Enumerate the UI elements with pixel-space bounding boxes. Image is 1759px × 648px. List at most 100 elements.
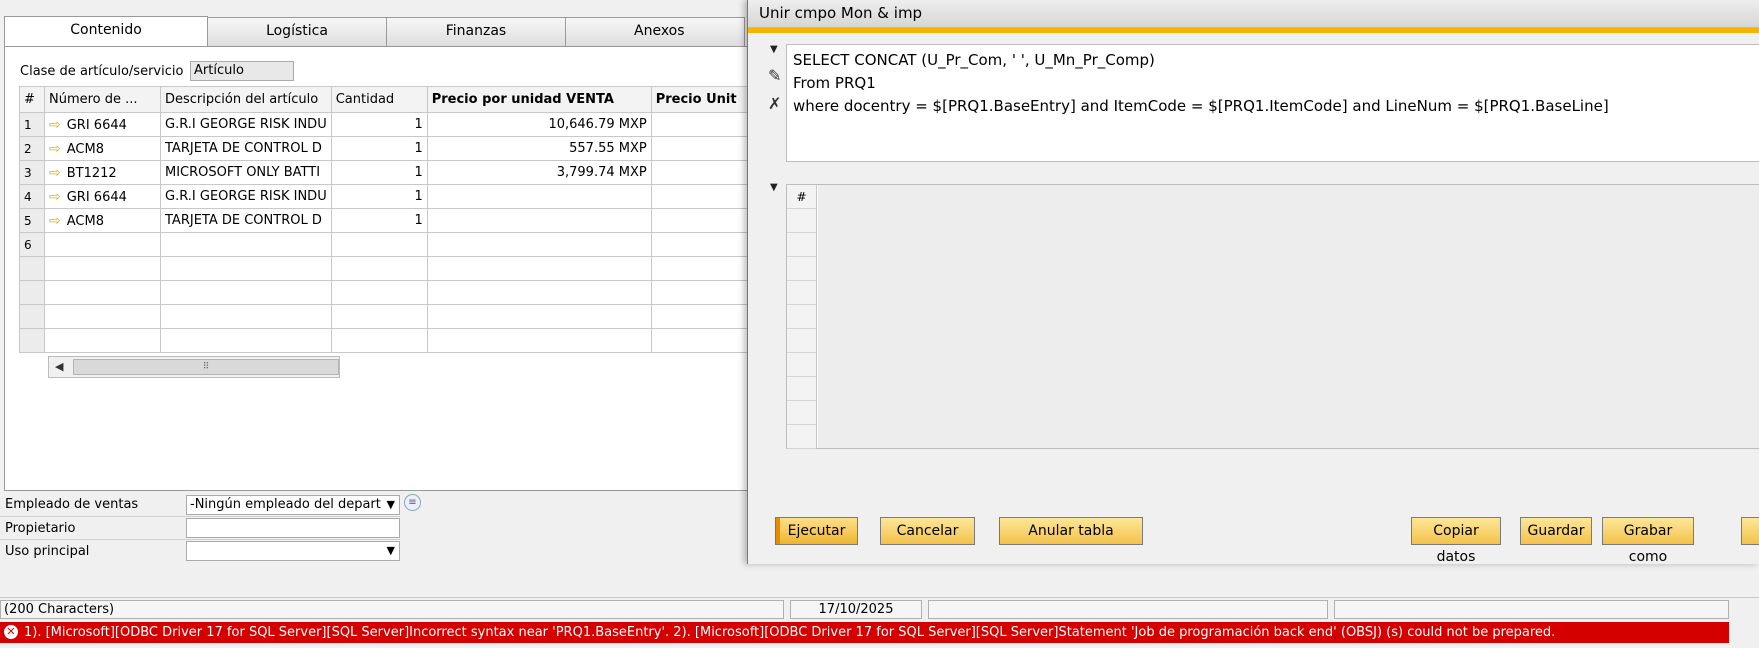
unit-price-cell[interactable] [650,136,755,161]
query-line: SELECT CONCAT (U_Pr_Com, ' ', U_Mn_Pr_Co… [793,51,1155,69]
query-modal: Unir cmpo Mon & imp ▼ ✎ ✗ SELECT CONCAT … [747,0,1759,565]
item-code: ACM8 [66,213,104,229]
tab-anexos[interactable]: Anexos [565,17,745,46]
error-bar[interactable]: ✕ 1). [Microsoft][ODBC Driver 17 for SQL… [0,622,1729,643]
table-row[interactable]: 5 ⇨ ACM8 TARJETA DE CONTROL D 1 [19,208,755,233]
col-header-unit-price-sale[interactable]: Precio por unidad VENTA [426,86,652,113]
tools-icon[interactable]: ✗ [768,94,781,113]
table-row[interactable]: 6 [19,232,755,257]
collapse-icon[interactable]: ▼ [770,182,778,193]
result-empty-area [818,185,1759,448]
result-grid[interactable]: # [786,184,1759,449]
description-cell[interactable] [160,232,332,257]
pencil-icon[interactable]: ✎ [768,66,781,85]
price-cell[interactable] [426,232,652,257]
save-as-button[interactable]: Grabar como [1602,517,1694,565]
price-cell[interactable]: 557.55 MXP [426,136,652,161]
price-cell[interactable] [426,208,652,233]
unit-price-cell[interactable] [650,184,755,209]
col-header-quantity[interactable]: Cantidad [330,86,428,113]
divider [0,539,400,540]
item-code-cell[interactable]: ⇨ GRI 6644 [44,184,161,209]
scroll-thumb[interactable]: ⠿ [73,359,339,375]
description-cell[interactable]: G.R.I GEORGE RISK INDU [160,112,332,137]
quantity-cell[interactable]: 1 [330,160,428,185]
unit-price-cell[interactable] [650,160,755,185]
horizontal-scrollbar[interactable]: ◀ ⠿ [48,356,340,378]
item-code: BT1212 [66,165,117,181]
unit-price-cell[interactable] [650,232,755,257]
price-cell[interactable]: 10,646.79 MXP [426,112,652,137]
copy-data-button[interactable]: Copiar datos [1411,517,1501,565]
col-header-rownum[interactable]: # [19,86,45,113]
chevron-down-icon[interactable]: ▼ [387,496,395,514]
article-class-label: Clase de artículo/servicio [20,64,184,79]
article-class-field[interactable]: Artículo [190,61,294,81]
link-arrow-icon[interactable]: ⇨ [49,165,61,181]
items-grid: # Número de ... Descripción del artículo… [19,86,755,353]
save-button[interactable]: Guardar [1520,517,1592,545]
char-count: (200 Characters) [0,600,784,619]
item-code-cell[interactable]: ⇨ BT1212 [44,160,161,185]
price-cell[interactable]: 3,799.74 MXP [426,160,652,185]
cancel-button[interactable]: Cancelar [880,517,975,545]
col-header-unit-price[interactable]: Precio Unit [650,86,755,113]
quantity-cell[interactable]: 1 [330,112,428,137]
status-date: 17/10/2025 [790,600,922,619]
description-cell[interactable]: TARJETA DE CONTROL D [160,136,332,161]
table-row[interactable]: 3 ⇨ BT1212 MICROSOFT ONLY BATTI 1 3,799.7… [19,160,755,185]
table-row[interactable]: 4 ⇨ GRI 6644 G.R.I GEORGE RISK INDU 1 [19,184,755,209]
extra-button[interactable] [1741,517,1759,545]
item-code-cell[interactable]: ⇨ ACM8 [44,208,161,233]
cancel-table-button[interactable]: Anular tabla [999,517,1143,545]
chevron-down-icon[interactable]: ▼ [387,542,395,560]
info-list-icon[interactable]: ≡ [404,494,421,511]
main-use-label: Uso principal [5,544,90,559]
price-cell[interactable] [426,184,652,209]
result-row-header: # [787,185,817,449]
quantity-cell[interactable]: 1 [330,208,428,233]
quantity-cell[interactable] [330,232,428,257]
item-code-cell[interactable]: ⇨ GRI 6644 [44,112,161,137]
item-code-cell[interactable]: ⇨ ACM8 [44,136,161,161]
tab-contenido[interactable]: Contenido [4,16,208,47]
row-number: 2 [19,136,45,161]
link-arrow-icon[interactable]: ⇨ [49,189,61,205]
unit-price-cell[interactable] [650,208,755,233]
row-number: 6 [19,232,45,257]
link-arrow-icon[interactable]: ⇨ [49,117,61,133]
status-box [928,600,1328,619]
link-arrow-icon[interactable]: ⇨ [49,141,61,157]
execute-button[interactable]: Ejecutar [775,517,858,545]
col-header-item-number[interactable]: Número de ... [44,86,161,113]
empty-row [19,304,755,329]
tab-strip: Contenido Logística Finanzas Anexos [0,0,760,47]
tab-logistica[interactable]: Logística [207,17,387,46]
sales-employee-select[interactable]: -Ningún empleado del depart ▼ [186,495,400,515]
description-cell[interactable]: TARJETA DE CONTROL D [160,208,332,233]
tab-finanzas[interactable]: Finanzas [386,17,566,46]
query-editor[interactable]: SELECT CONCAT (U_Pr_Com, ' ', U_Mn_Pr_Co… [786,44,1759,162]
quantity-cell[interactable]: 1 [330,184,428,209]
quantity-cell[interactable]: 1 [330,136,428,161]
sales-employee-label: Empleado de ventas [5,497,139,512]
table-row[interactable]: 1 ⇨ GRI 6644 G.R.I GEORGE RISK INDU 1 10,… [19,112,755,137]
description-cell[interactable]: MICROSOFT ONLY BATTI [160,160,332,185]
empty-row [19,280,755,305]
query-line: From PRQ1 [793,74,876,92]
link-arrow-icon[interactable]: ⇨ [49,213,61,229]
item-code-cell[interactable] [44,232,161,257]
unit-price-cell[interactable] [650,112,755,137]
table-row[interactable]: 2 ⇨ ACM8 TARJETA DE CONTROL D 1 557.55 MX… [19,136,755,161]
description-cell[interactable]: G.R.I GEORGE RISK INDU [160,184,332,209]
collapse-icon[interactable]: ▼ [770,44,778,55]
scroll-left-icon[interactable]: ◀ [55,360,63,373]
owner-field[interactable] [186,518,400,538]
status-bar: (200 Characters) 17/10/2025 [0,597,1759,621]
divider [0,516,400,517]
item-code: GRI 6644 [66,117,127,133]
main-use-select[interactable]: ▼ [186,541,400,561]
error-message: 1). [Microsoft][ODBC Driver 17 for SQL S… [24,625,1556,640]
col-header-description[interactable]: Descripción del artículo [160,86,332,113]
sales-employee-value: -Ningún empleado del depart [190,497,381,512]
